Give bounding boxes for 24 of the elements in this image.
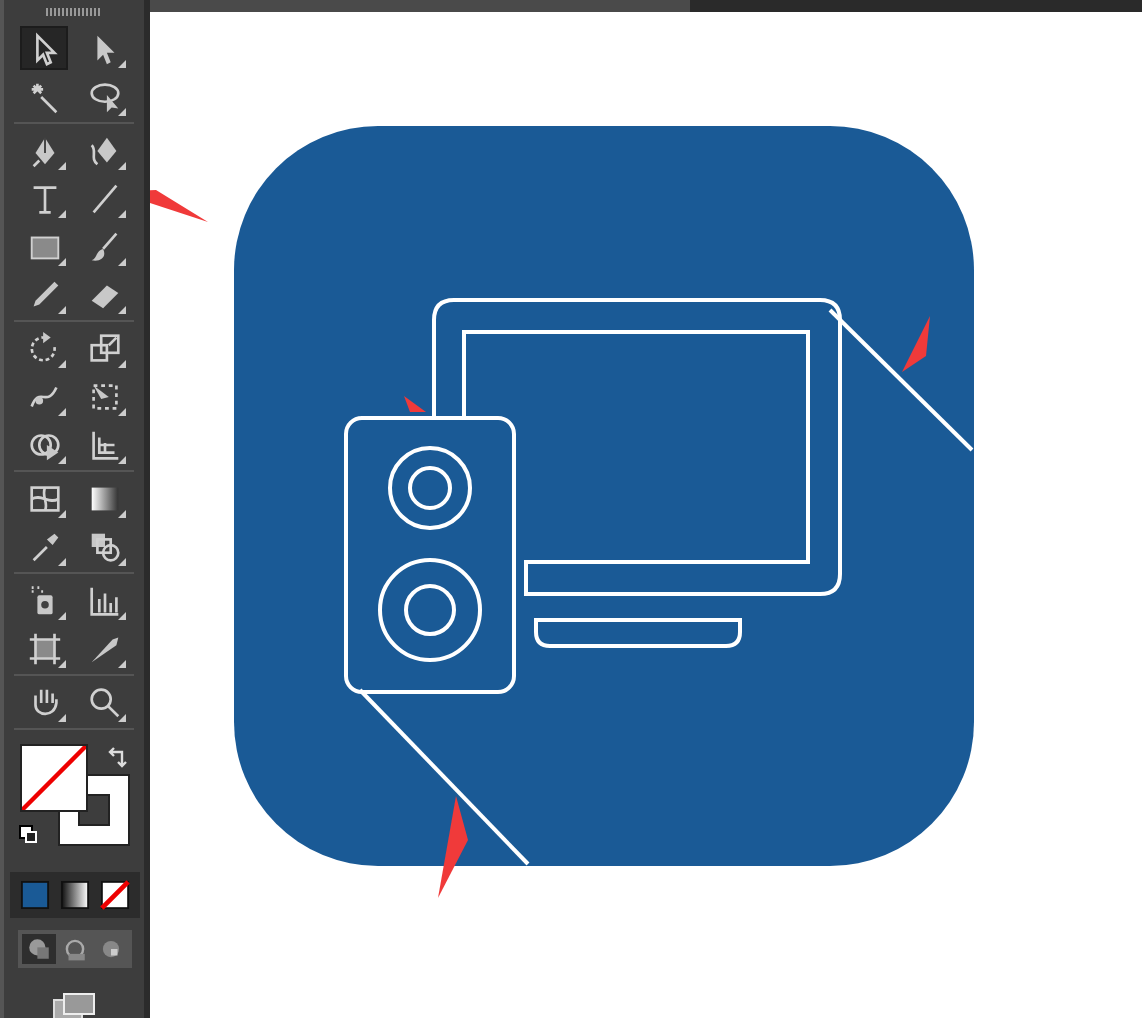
draw-behind-icon: [61, 936, 87, 962]
draw-normal-icon: [25, 936, 51, 962]
annotation-arrow: [438, 796, 468, 898]
none-swatch-icon: [99, 880, 129, 910]
zoom-icon: [85, 683, 123, 721]
selection-tool[interactable]: [20, 26, 68, 70]
artboard-icon: [25, 629, 63, 667]
draw-normal-button[interactable]: [21, 934, 55, 964]
screen-mode-icon[interactable]: [52, 992, 96, 1018]
swap-icon[interactable]: [106, 746, 130, 770]
annotation-arrow: [404, 396, 426, 412]
panel-grip[interactable]: [46, 8, 102, 16]
scale-icon: [85, 329, 123, 367]
none-mode-button[interactable]: [97, 878, 131, 912]
color-swatch-icon: [19, 880, 49, 910]
annotation-arrow: [902, 316, 930, 372]
gradient-mode-button[interactable]: [57, 878, 91, 912]
annotation-arrow: [150, 190, 208, 222]
gradient-swatch-icon: [59, 880, 89, 910]
fill-swatch[interactable]: [20, 744, 88, 812]
lasso-icon: [85, 77, 123, 115]
default-colors-icon[interactable]: [18, 824, 38, 844]
color-mode-button[interactable]: [17, 878, 51, 912]
draw-inside-icon: [97, 936, 123, 962]
